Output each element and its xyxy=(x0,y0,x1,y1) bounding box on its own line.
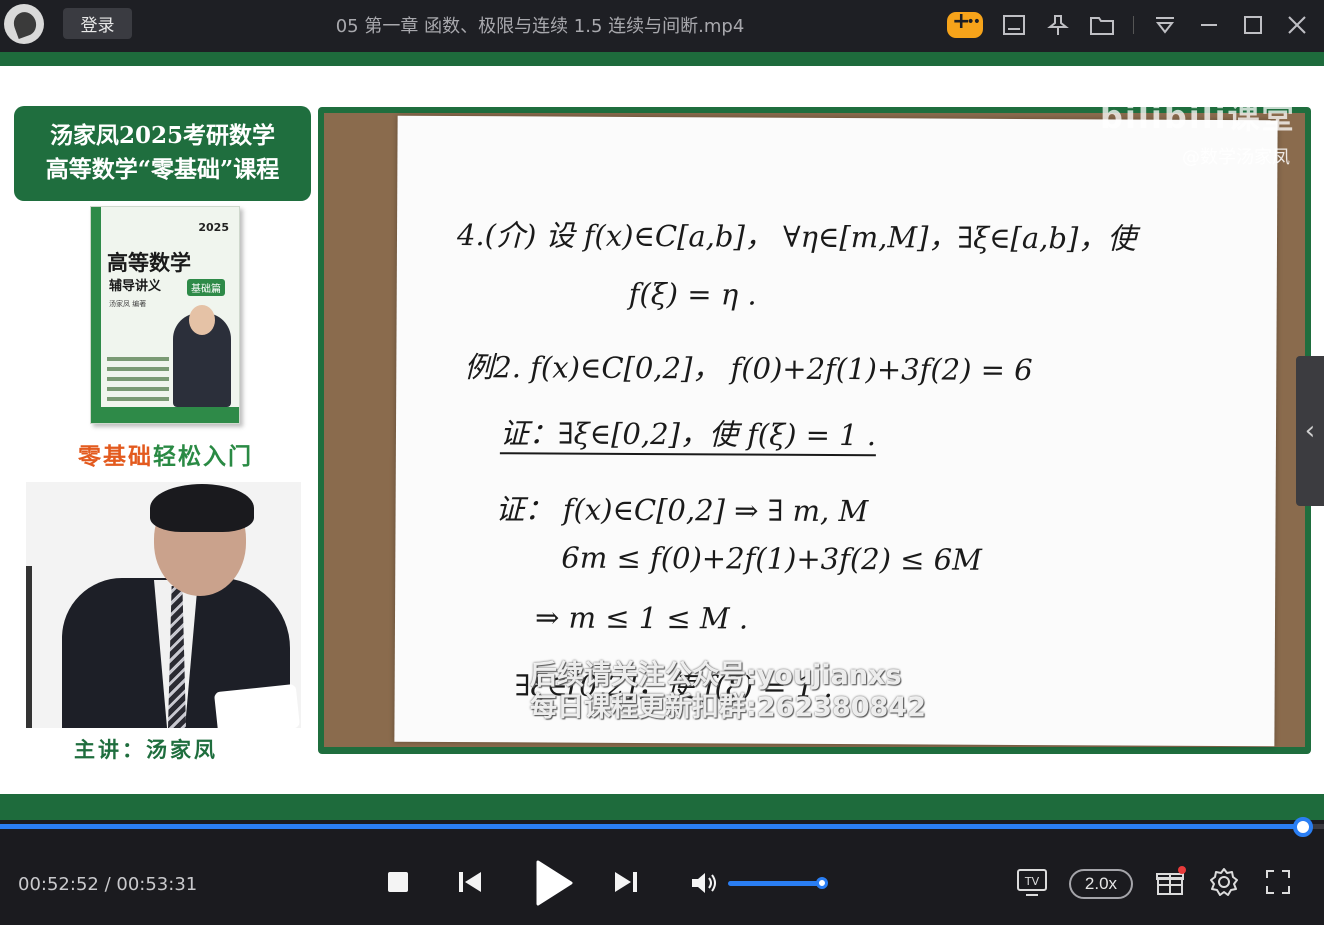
progress-knob[interactable] xyxy=(1293,817,1313,837)
pin-icon[interactable] xyxy=(1045,12,1071,38)
volume-knob[interactable] xyxy=(816,877,828,889)
book-year: 2025 xyxy=(198,221,229,234)
volume-icon xyxy=(692,873,716,893)
book-tag: 基础篇 xyxy=(187,279,225,296)
volume-button[interactable] xyxy=(690,870,720,896)
note-line-3: 例2. f(x)∈C[0,2]， f(0)+2f(1)+3f(2) = 6 xyxy=(464,350,1033,388)
playback-speed-button[interactable]: 2.0x xyxy=(1069,869,1133,899)
app-logo-icon[interactable] xyxy=(4,4,44,44)
stop-icon xyxy=(388,872,408,892)
fullscreen-icon xyxy=(1266,870,1290,894)
title-bar-divider xyxy=(1133,16,1134,34)
side-panel-toggle[interactable]: ‹ xyxy=(1296,356,1324,506)
book-cover: 2025 高等数学 辅导讲义 基础篇 汤家凤 编著 xyxy=(90,206,240,424)
chevron-left-icon: ‹ xyxy=(1304,416,1316,446)
title-bar: 登录 05 第一章 函数、极限与连续 1.5 连续与间断.mp4 xyxy=(0,0,1324,52)
note-line-5: 证： f(x)∈C[0,2] ⇒ ∃ m, M xyxy=(495,492,869,529)
minimize-icon[interactable] xyxy=(1196,12,1222,38)
cast-button[interactable]: TV xyxy=(1016,868,1048,898)
close-icon[interactable] xyxy=(1284,12,1310,38)
folder-icon[interactable] xyxy=(1089,12,1115,38)
teacher-camera xyxy=(26,482,301,728)
note-line-2: f(ξ) = η . xyxy=(628,276,757,312)
book-author-photo xyxy=(173,305,231,407)
previous-button[interactable] xyxy=(456,868,484,896)
book-bullets xyxy=(107,357,169,407)
slogan: 零基础轻松入门 xyxy=(78,437,253,471)
watermark-logo: bilibili课堂 xyxy=(1100,98,1296,136)
settings-button[interactable] xyxy=(1208,866,1240,898)
login-button[interactable]: 登录 xyxy=(63,8,132,39)
progress-fill xyxy=(0,824,1303,829)
course-title-line1: 汤家凤2025考研数学 xyxy=(49,122,275,149)
play-button[interactable] xyxy=(532,858,576,908)
maximize-icon[interactable] xyxy=(1240,12,1266,38)
mini-window-icon[interactable] xyxy=(1001,12,1027,38)
time-display: 00:52:52 / 00:53:31 xyxy=(18,874,197,895)
book-subtitle: 辅导讲义 xyxy=(109,279,162,294)
note-line-4: 证：∃ξ∈[0,2]，使 f(ξ) = 1 . xyxy=(499,410,877,457)
handwritten-notes: 4.(介) 设 f(x)∈C[a,b]， ∀η∈[m,M]，∃ξ∈[a,b]，使… xyxy=(394,115,1278,747)
skip-previous-icon xyxy=(459,872,481,892)
course-title-line2: 高等数学“零基础”课程 xyxy=(45,156,280,183)
promo-line1: 后续请关注公众号:youjianxs xyxy=(530,660,902,691)
book-author: 汤家凤 编著 xyxy=(109,300,147,308)
stop-button[interactable] xyxy=(386,870,410,894)
skip-next-icon xyxy=(615,872,637,892)
volume-slider[interactable] xyxy=(728,877,828,889)
tv-label: TV xyxy=(1024,875,1040,888)
total-time: 00:53:31 xyxy=(116,874,198,895)
note-line-1: 4.(介) 设 f(x)∈C[a,b]， ∀η∈[m,M]，∃ξ∈[a,b]，使 xyxy=(456,218,1137,256)
note-line-7: ⇒ m ≤ 1 ≤ M . xyxy=(534,600,749,636)
title-bar-actions xyxy=(947,8,1310,42)
current-time: 00:52:52 xyxy=(18,874,99,895)
progress-bar[interactable] xyxy=(0,817,1324,837)
tv-icon: TV xyxy=(1017,869,1047,896)
teacher-hair xyxy=(150,484,254,532)
gamepad-icon[interactable] xyxy=(947,9,983,38)
mic-stand xyxy=(26,566,48,728)
gear-icon xyxy=(1210,868,1238,896)
window-title: 05 第一章 函数、极限与连续 1.5 连续与间断.mp4 xyxy=(335,16,745,37)
promo-overlay: 后续请关注公众号:youjianxs 每日课程更新扣群:262380842 xyxy=(530,660,926,724)
book-title: 高等数学 xyxy=(107,250,191,275)
gift-button[interactable] xyxy=(1154,866,1186,898)
course-banner: 汤家凤2025考研数学 高等数学“零基础”课程 xyxy=(14,106,311,201)
slogan-part1: 零基础 xyxy=(78,443,153,470)
dropdown-menu-icon[interactable] xyxy=(1152,12,1178,38)
book-bottom-band xyxy=(91,407,239,423)
time-separator: / xyxy=(104,874,111,895)
player-controls: 00:52:52 / 00:53:31 TV 2.0x xyxy=(0,817,1324,925)
promo-line2: 每日课程更新扣群:262380842 xyxy=(530,692,926,723)
next-button[interactable] xyxy=(612,868,640,896)
notification-dot xyxy=(1178,866,1186,874)
video-frame[interactable]: 汤家凤2025考研数学 高等数学“零基础”课程 2025 高等数学 辅导讲义 基… xyxy=(0,52,1324,820)
presenter-label: 主讲：汤家凤 xyxy=(74,737,218,762)
note-line-6: 6m ≤ f(0)+2f(1)+3f(2) ≤ 6M xyxy=(561,540,982,577)
book-spine xyxy=(91,207,101,423)
slogan-part2: 轻松入门 xyxy=(153,443,253,470)
play-icon xyxy=(536,860,573,906)
watermark-user: @数学汤家凤 xyxy=(1182,147,1290,168)
teacher-paper xyxy=(213,683,301,728)
fullscreen-button[interactable] xyxy=(1264,868,1292,896)
